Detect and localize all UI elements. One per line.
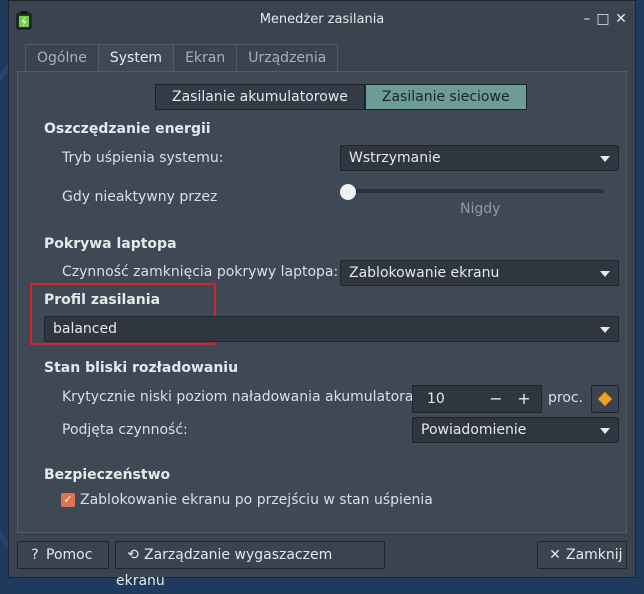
lock-screen-label[interactable]: Zablokowanie ekranu po przejściu w stan … bbox=[80, 492, 433, 508]
power-profile-heading: Profil zasilania bbox=[44, 292, 161, 308]
inactivity-value: Nigdy bbox=[460, 201, 501, 217]
tab-bar: Ogólne System Ekran Urządzenia bbox=[25, 44, 339, 73]
increment-button[interactable]: + bbox=[513, 388, 535, 410]
critical-action-label: Podjęta czynność: bbox=[62, 422, 188, 438]
critical-level-label: Krytycznie niski poziom naładowania akum… bbox=[62, 389, 419, 405]
security-heading: Bezpieczeństwo bbox=[44, 467, 171, 483]
tab-devices[interactable]: Urządzenia bbox=[236, 44, 339, 71]
tab-display[interactable]: Ekran bbox=[173, 44, 238, 71]
inactivity-slider-handle[interactable] bbox=[340, 184, 356, 200]
close-icon: ✕ bbox=[549, 547, 561, 563]
ac-power-toggle[interactable]: Zasilanie sieciowe bbox=[364, 84, 527, 110]
lid-action-dropdown[interactable]: Zablokowanie ekranu bbox=[340, 260, 619, 286]
screensaver-button[interactable]: ⟲ Zarządzanie wygaszaczem ekranu bbox=[115, 541, 385, 589]
maximize-button[interactable]: □ bbox=[595, 11, 611, 27]
chevron-down-icon bbox=[600, 271, 610, 277]
system-panel: Zasilanie akumulatorowe Zasilanie siecio… bbox=[17, 71, 627, 533]
title-bar[interactable]: Menedżer zasilania – □ ✕ bbox=[9, 1, 635, 39]
close-label: Zamknij bbox=[566, 547, 623, 563]
lid-action-value: Zablokowanie ekranu bbox=[349, 265, 500, 281]
sleep-mode-dropdown[interactable]: Wstrzymanie bbox=[340, 145, 619, 171]
inactive-label: Gdy nieaktywny przez bbox=[62, 189, 218, 205]
warning-diamond-button[interactable] bbox=[591, 385, 619, 413]
close-button[interactable]: ✕ Zamknij bbox=[537, 541, 627, 569]
chevron-down-icon bbox=[600, 327, 610, 333]
diamond-icon bbox=[597, 391, 613, 407]
power-manager-window: Menedżer zasilania – □ ✕ Ogólne System E… bbox=[8, 0, 636, 589]
energy-saving-heading: Oszczędzanie energii bbox=[44, 121, 211, 137]
sleep-mode-value: Wstrzymanie bbox=[349, 150, 441, 166]
close-window-button[interactable]: ✕ bbox=[613, 11, 629, 27]
power-source-switch: Zasilanie akumulatorowe Zasilanie siecio… bbox=[155, 84, 527, 110]
inactivity-slider-track[interactable] bbox=[340, 189, 604, 193]
window-title: Menedżer zasilania bbox=[259, 12, 385, 27]
lid-heading: Pokrywa laptopa bbox=[44, 236, 177, 252]
minimize-button[interactable]: – bbox=[579, 11, 595, 27]
critical-heading: Stan bliski rozładowaniu bbox=[44, 360, 239, 376]
help-label: Pomoc bbox=[46, 547, 93, 563]
tab-general[interactable]: Ogólne bbox=[25, 44, 99, 71]
critical-level-value[interactable]: 10 bbox=[427, 391, 445, 407]
tab-system[interactable]: System bbox=[97, 44, 175, 73]
critical-action-dropdown[interactable]: Powiadomienie bbox=[412, 417, 619, 443]
help-icon: ? bbox=[31, 547, 39, 563]
screensaver-icon: ⟲ bbox=[127, 547, 139, 563]
battery-power-toggle[interactable]: Zasilanie akumulatorowe bbox=[155, 84, 365, 110]
power-profile-dropdown[interactable]: balanced bbox=[44, 316, 619, 342]
chevron-down-icon bbox=[600, 428, 610, 434]
decrement-button[interactable]: − bbox=[485, 388, 507, 410]
lid-action-label: Czynność zamknięcia pokrywy laptopa: bbox=[62, 264, 339, 280]
critical-level-spinner[interactable]: 10 − + bbox=[412, 385, 542, 413]
critical-action-value: Powiadomienie bbox=[421, 422, 527, 438]
sleep-mode-label: Tryb uśpienia systemu: bbox=[62, 150, 224, 166]
critical-level-unit: proc. bbox=[548, 390, 584, 406]
lock-screen-checkbox[interactable]: ✓ bbox=[61, 493, 75, 507]
help-button[interactable]: ? Pomoc bbox=[17, 541, 109, 569]
chevron-down-icon bbox=[600, 156, 610, 162]
power-profile-value: balanced bbox=[53, 321, 118, 337]
